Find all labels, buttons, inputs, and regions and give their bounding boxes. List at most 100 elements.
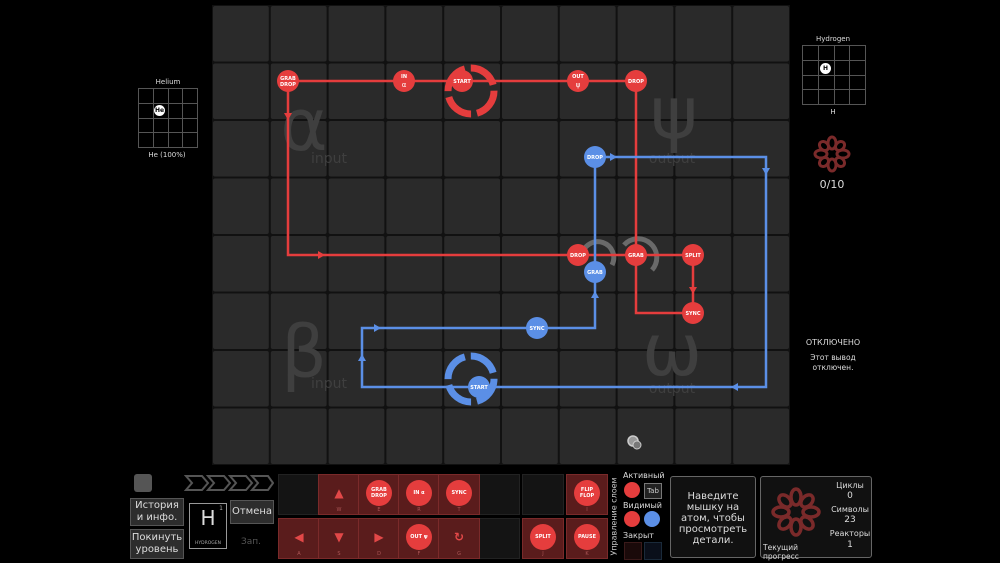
palette-slot-t[interactable]: SYNC T [438, 474, 480, 515]
visible-blue-toggle[interactable] [644, 511, 660, 527]
red-sync-node[interactable]: SYNC [682, 302, 704, 324]
red-grab-drop-node[interactable]: GRAB DROP [277, 70, 299, 92]
blue-grab-node[interactable]: GRAB [584, 261, 606, 283]
grid-cell[interactable] [444, 293, 500, 350]
grid-cell[interactable] [559, 63, 616, 120]
visible-red-toggle[interactable] [624, 511, 640, 527]
grid-cell[interactable] [444, 6, 500, 62]
grid-cell[interactable] [328, 63, 385, 120]
grid-cell[interactable] [386, 121, 443, 177]
grid-cell[interactable] [559, 408, 616, 465]
grid-cell[interactable] [444, 408, 500, 465]
grid-cell[interactable] [386, 63, 443, 120]
grid-cell[interactable] [559, 351, 616, 407]
grid-cell[interactable] [733, 351, 789, 407]
palette-slot-i[interactable]: FLIP FLOP I [566, 474, 608, 515]
grid-cell[interactable] [733, 293, 789, 350]
grid-cell[interactable] [386, 6, 443, 62]
grid-cell[interactable] [444, 178, 500, 235]
grid-cell[interactable] [213, 178, 269, 235]
grid-cell[interactable] [675, 408, 732, 465]
reactor-board[interactable]: α input ψ output β input ω output START … [212, 5, 790, 465]
grid-cell[interactable] [502, 121, 558, 177]
red-output-psi-node[interactable]: OUT ψ [567, 70, 589, 92]
palette-slot-g[interactable]: ↻ G [438, 518, 480, 559]
output-molecule-grid[interactable] [802, 45, 866, 105]
grid-cell[interactable] [617, 6, 674, 62]
grid-cell[interactable] [444, 121, 500, 177]
grid-cell[interactable] [328, 178, 385, 235]
grid-cell[interactable] [675, 236, 732, 292]
grid-cell[interactable] [386, 408, 443, 465]
grid-cell[interactable] [733, 408, 789, 465]
grid-cell[interactable] [559, 6, 616, 62]
palette-slot-s[interactable]: ▼ S [318, 518, 360, 559]
grid-cell[interactable] [386, 293, 443, 350]
grid-cell[interactable] [675, 178, 732, 235]
grid-cell[interactable] [270, 178, 327, 235]
palette-empty-slot[interactable] [478, 474, 520, 515]
palette-slot-f[interactable]: OUT ψF [398, 518, 440, 559]
grid-cell[interactable] [559, 178, 616, 235]
grid-cell[interactable] [733, 121, 789, 177]
palette-slot-w[interactable]: ▲ W [318, 474, 360, 515]
blue-drop-node[interactable]: DROP [584, 146, 606, 168]
red-drop-node-mid[interactable]: DROP [567, 244, 589, 266]
palette-slot-e[interactable]: GRAB DROP E [358, 474, 400, 515]
grid-cell[interactable] [617, 408, 674, 465]
grid-cell[interactable] [270, 6, 327, 62]
palette-slot-j[interactable]: SPLIT J [522, 518, 564, 559]
red-drop-node-top[interactable]: DROP [625, 70, 647, 92]
palette-empty-slot[interactable] [522, 474, 564, 515]
grid-cell[interactable] [386, 236, 443, 292]
grid-cell[interactable] [502, 351, 558, 407]
grid-cell[interactable] [617, 178, 674, 235]
grid-cell[interactable] [733, 63, 789, 120]
grid-cell[interactable] [559, 121, 616, 177]
grid-cell[interactable] [502, 6, 558, 62]
grid-cell[interactable] [675, 6, 732, 62]
grid-cell[interactable] [386, 178, 443, 235]
red-input-alpha-node[interactable]: IN α [393, 70, 415, 92]
grid-cell[interactable] [502, 408, 558, 465]
undo-button[interactable]: Отмена [230, 500, 274, 524]
palette-slot-a[interactable]: ◀ A [278, 518, 320, 559]
grid-cell[interactable] [213, 6, 269, 62]
grid-cell[interactable] [502, 236, 558, 292]
grid-cell[interactable] [733, 6, 789, 62]
speed-chevrons-icon[interactable] [184, 474, 274, 492]
grid-cell[interactable] [270, 236, 327, 292]
grid-cell[interactable] [213, 236, 269, 292]
palette-slot-d[interactable]: ▶ D [358, 518, 400, 559]
grid-cell[interactable] [328, 293, 385, 350]
active-red-toggle[interactable] [624, 482, 640, 498]
grid-cell[interactable] [270, 408, 327, 465]
grid-cell[interactable] [213, 121, 269, 177]
element-card[interactable]: H 1 HYDROGEN [189, 503, 227, 549]
blue-sync-node[interactable]: SYNC [526, 317, 548, 339]
grid-cell[interactable] [213, 351, 269, 407]
grid-cell[interactable] [559, 293, 616, 350]
leave-level-button[interactable]: Покинуть уровень [130, 529, 184, 559]
grid-cell[interactable] [444, 236, 500, 292]
history-info-button[interactable]: История и инфо. [130, 498, 184, 526]
red-grab-node[interactable]: GRAB [625, 244, 647, 266]
grid-cell[interactable] [328, 408, 385, 465]
palette-slot-k[interactable]: PAUSE K [566, 518, 608, 559]
grid-cell[interactable] [213, 63, 269, 120]
palette-slot-r[interactable]: IN αR [398, 474, 440, 515]
grid-cell[interactable] [328, 6, 385, 62]
grid-cell[interactable] [328, 236, 385, 292]
closed-blue-toggle[interactable] [644, 542, 662, 560]
red-split-node[interactable]: SPLIT [682, 244, 704, 266]
grid-cell[interactable] [502, 63, 558, 120]
grid-cell[interactable] [733, 236, 789, 292]
input-molecule-grid[interactable] [138, 88, 198, 148]
closed-red-toggle[interactable] [624, 542, 642, 560]
grid-cell[interactable] [328, 121, 385, 177]
grid-cell[interactable] [502, 178, 558, 235]
grid-cell[interactable] [386, 351, 443, 407]
palette-empty-slot[interactable] [278, 474, 320, 515]
grid-cell[interactable] [733, 178, 789, 235]
palette-empty-slot[interactable] [478, 518, 520, 559]
